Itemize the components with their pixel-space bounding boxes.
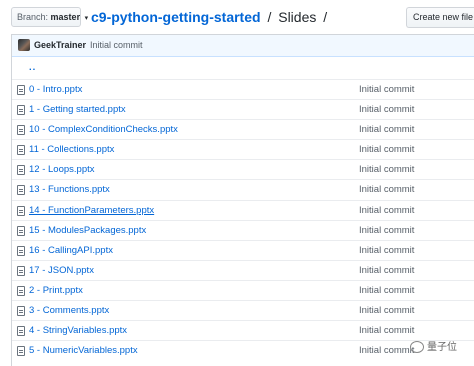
breadcrumb-separator: /	[267, 9, 272, 25]
branch-name: master	[50, 12, 81, 22]
breadcrumb: c9-python-getting-started / Slides /	[91, 7, 330, 27]
file-row: 14 - FunctionParameters.pptx Initial comm…	[12, 199, 474, 220]
file-name-link[interactable]: 11 - Collections.pptx	[29, 140, 114, 159]
file-icon	[17, 245, 25, 256]
file-commit-message[interactable]: Initial commit	[359, 321, 414, 340]
file-name-link[interactable]: 17 - JSON.pptx	[29, 261, 94, 280]
file-name-link[interactable]: 16 - CallingAPI.pptx	[29, 241, 113, 260]
file-icon	[17, 125, 25, 136]
commit-tease: GeekTrainer Initial commit	[12, 35, 474, 57]
file-commit-message[interactable]: Initial commit	[359, 281, 414, 300]
file-name-link[interactable]: 1 - Getting started.pptx	[29, 100, 126, 119]
file-icon	[17, 346, 25, 357]
file-row: 10 - ComplexConditionChecks.pptx Initial …	[12, 119, 474, 139]
file-commit-message[interactable]: Initial commit	[359, 160, 414, 179]
watermark-text: 量子位	[427, 342, 457, 353]
caret-down-icon: ▾	[84, 15, 89, 22]
file-name-link[interactable]: 13 - Functions.pptx	[29, 180, 110, 199]
file-name-link[interactable]: 2 - Print.pptx	[29, 281, 83, 300]
file-row: 13 - Functions.pptx Initial commit	[12, 179, 474, 199]
file-row: 3 - Comments.pptx Initial commit	[12, 300, 474, 320]
parent-directory-link[interactable]: ..	[29, 58, 36, 77]
branch-select-button[interactable]: Branch: master ▾	[11, 7, 88, 27]
file-row: 12 - Loops.pptx Initial commit	[12, 159, 474, 179]
breadcrumb-folder: Slides	[278, 9, 317, 25]
file-name-link[interactable]: 4 - StringVariables.pptx	[29, 321, 127, 340]
parent-directory-row[interactable]: ..	[12, 57, 474, 79]
file-table: GeekTrainer Initial commit .. 0 - Intro.…	[11, 34, 474, 366]
file-name-link[interactable]: 15 - ModulesPackages.pptx	[29, 221, 146, 240]
file-icon	[17, 285, 25, 296]
file-icon	[17, 265, 25, 276]
file-list: .. 0 - Intro.pptx Initial commit 1 - Getti…	[12, 57, 474, 360]
file-name-link[interactable]: 14 - FunctionParameters.pptx	[29, 201, 154, 220]
toolbar: Branch: master ▾ c9-python-getting-start…	[0, 0, 474, 34]
file-row: 1 - Getting started.pptx Initial commit	[12, 99, 474, 119]
file-row: 15 - ModulesPackages.pptx Initial commit	[12, 219, 474, 240]
file-commit-message[interactable]: Initial commit	[359, 120, 414, 139]
file-icon	[17, 326, 25, 337]
file-row: 5 - NumericVariables.pptx Initial commit	[12, 340, 474, 360]
file-row: 2 - Print.pptx Initial commit	[12, 279, 474, 300]
file-icon	[17, 306, 25, 317]
file-icon	[17, 185, 25, 196]
file-commit-message[interactable]: Initial commit	[359, 301, 414, 320]
file-icon	[17, 145, 25, 156]
branch-prefix: Branch:	[17, 12, 49, 22]
commit-message[interactable]: Initial commit	[90, 39, 143, 52]
file-commit-message[interactable]: Initial commit	[359, 140, 414, 159]
file-row: 17 - JSON.pptx Initial commit	[12, 259, 474, 280]
file-row: 4 - StringVariables.pptx Initial commit	[12, 320, 474, 340]
avatar[interactable]	[18, 39, 30, 51]
file-commit-message[interactable]: Initial commit	[359, 180, 414, 199]
file-name-link[interactable]: 5 - NumericVariables.pptx	[29, 341, 138, 360]
breadcrumb-repo-link[interactable]: c9-python-getting-started	[91, 9, 261, 25]
file-icon	[17, 165, 25, 176]
create-new-file-button[interactable]: Create new file	[406, 7, 474, 28]
file-commit-message[interactable]: Initial commit	[359, 100, 414, 119]
file-row: 11 - Collections.pptx Initial commit	[12, 139, 474, 159]
file-commit-message[interactable]: Initial commit	[359, 261, 414, 280]
wechat-icon	[410, 341, 424, 354]
watermark: 量子位	[410, 338, 474, 358]
file-icon	[17, 105, 25, 116]
file-icon	[17, 85, 25, 95]
breadcrumb-trailing-separator: /	[323, 9, 328, 25]
file-row: 16 - CallingAPI.pptx Initial commit	[12, 239, 474, 260]
file-commit-message[interactable]: Initial commit	[359, 201, 414, 220]
file-commit-message[interactable]: Initial commit	[359, 221, 414, 240]
file-name-link[interactable]: 3 - Comments.pptx	[29, 301, 109, 320]
file-commit-message[interactable]: Initial commit	[359, 80, 414, 99]
file-commit-message[interactable]: Initial commit	[359, 241, 414, 260]
file-name-link[interactable]: 12 - Loops.pptx	[29, 160, 95, 179]
file-icon	[17, 225, 25, 236]
commit-author[interactable]: GeekTrainer	[34, 39, 86, 52]
file-row: 0 - Intro.pptx Initial commit	[12, 79, 474, 99]
file-commit-message[interactable]: Initial commit	[359, 341, 414, 360]
file-icon	[17, 205, 25, 216]
file-name-link[interactable]: 10 - ComplexConditionChecks.pptx	[29, 120, 178, 139]
file-name-link[interactable]: 0 - Intro.pptx	[29, 80, 82, 99]
